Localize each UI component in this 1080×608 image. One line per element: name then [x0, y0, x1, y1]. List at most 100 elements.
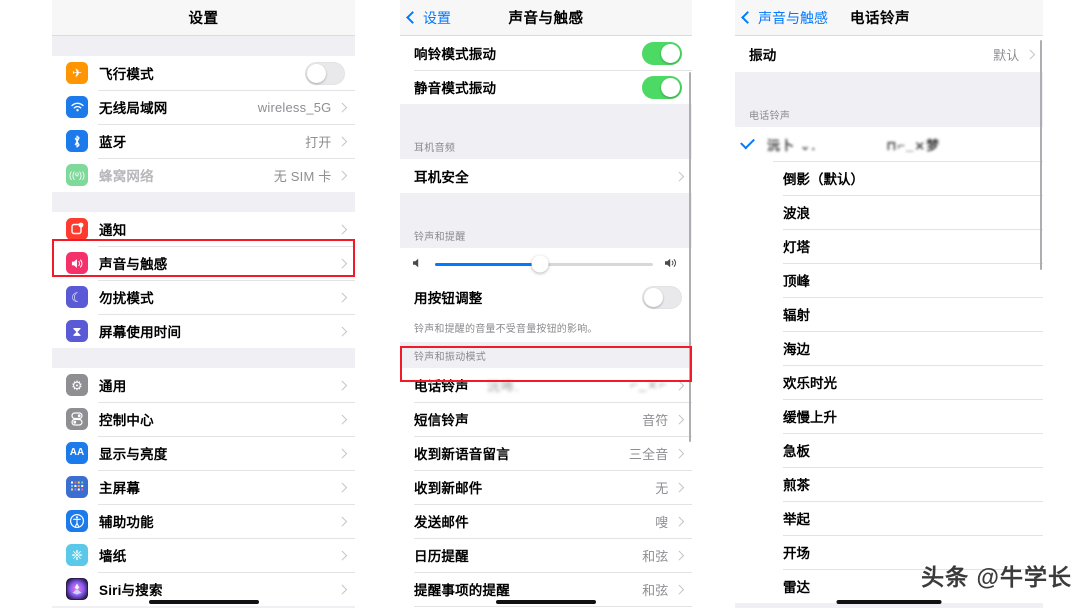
- back-label: 设置: [423, 8, 451, 28]
- wifi-icon: [66, 96, 88, 118]
- panel1-navbar: 设置: [52, 0, 355, 36]
- sidebar-item-control-center[interactable]: 控制中心: [52, 402, 355, 436]
- row-vibration[interactable]: 振动 默认: [735, 36, 1043, 72]
- settings-panel: 设置 ✈ 飞行模式 无线局域网 wireless_5G: [52, 0, 355, 608]
- chevron-left-icon: [741, 11, 754, 24]
- sidebar-item-wallpaper[interactable]: ❈ 墙纸: [52, 538, 355, 572]
- row-new-voicemail[interactable]: 收到新语音留言 三全音: [400, 436, 692, 470]
- group-spacer: [400, 104, 692, 130]
- row-label: 用按钮调整: [414, 287, 483, 307]
- bluetooth-icon: [66, 130, 88, 152]
- row-label: 电话铃声: [414, 375, 469, 395]
- volume-track[interactable]: [435, 263, 653, 266]
- group-spacer: [400, 193, 692, 219]
- list-item-selected-ringtone[interactable]: 沅卜 ⌄. ⊓⌐_⨯梦: [735, 127, 1043, 161]
- sidebar-item-accessibility[interactable]: 辅助功能: [52, 504, 355, 538]
- row-ring-mode-vibration[interactable]: 响铃模式振动: [400, 36, 692, 70]
- sidebar-item-wifi[interactable]: 无线局域网 wireless_5G: [52, 90, 355, 124]
- list-item[interactable]: 缓慢上升: [735, 399, 1043, 433]
- page-title: 电话铃声: [850, 7, 1043, 28]
- sidebar-item-bluetooth[interactable]: 蓝牙 打开: [52, 124, 355, 158]
- row-value: 和弦: [642, 546, 673, 565]
- row-headphone-safety[interactable]: 耳机安全: [400, 159, 692, 193]
- airplane-mode-toggle[interactable]: [305, 62, 345, 85]
- vibration-group: 振动 默认: [735, 36, 1043, 72]
- group-spacer: [52, 348, 355, 368]
- chevron-right-icon: [337, 170, 346, 179]
- row-label: 短信铃声: [414, 409, 469, 429]
- row-label: 静音模式振动: [414, 77, 496, 97]
- chevron-right-icon: [674, 380, 683, 389]
- list-item[interactable]: 顶峰: [735, 263, 1043, 297]
- chevron-right-icon: [337, 550, 346, 559]
- system-group: ⚙ 通用 控制中心 AA 显示与亮度: [52, 368, 355, 606]
- row-value: 嗖: [655, 512, 673, 531]
- speaker-low-icon: [412, 257, 424, 271]
- row-calendar-alerts[interactable]: 日历提醒 和弦: [400, 538, 692, 572]
- row-ringtone[interactable]: 电话铃声 沅咘. ⌐_⨯⌐: [400, 368, 692, 402]
- row-label: 声音与触感: [99, 253, 168, 273]
- three-panel-screenshot: 设置 ✈ 飞行模式 无线局域网 wireless_5G: [0, 0, 1080, 608]
- chevron-right-icon: [337, 448, 346, 457]
- row-sent-mail[interactable]: 发送邮件 嗖: [400, 504, 692, 538]
- watermark: 头条 @牛学长: [921, 558, 1072, 592]
- chevron-right-icon: [674, 584, 683, 593]
- row-value: 三全音: [629, 444, 674, 463]
- row-change-with-buttons[interactable]: 用按钮调整: [400, 280, 692, 314]
- chevron-right-icon: [674, 414, 683, 423]
- sounds-haptics-panel: 设置 声音与触感 响铃模式振动 静音模式振动 耳机音频 耳机安全: [400, 0, 692, 608]
- row-value: 音符: [642, 410, 673, 429]
- ring-mode-vibration-toggle[interactable]: [642, 42, 682, 65]
- sidebar-item-sounds-haptics[interactable]: 声音与触感: [52, 246, 355, 280]
- hourglass-icon: ⧗: [66, 320, 88, 342]
- list-item[interactable]: 海边: [735, 331, 1043, 365]
- row-label: 显示与亮度: [99, 443, 168, 463]
- list-item[interactable]: 灯塔: [735, 229, 1043, 263]
- row-label: 辅助功能: [99, 511, 154, 531]
- notifications-group: 通知 声音与触感 ☾ 勿扰模式 ⧗ 屏幕使用时间: [52, 212, 355, 348]
- top-spacer: [52, 36, 355, 56]
- sidebar-item-airplane-mode[interactable]: ✈ 飞行模式: [52, 56, 355, 90]
- row-value: wireless_5G: [258, 100, 337, 115]
- panel3-body: 振动 默认 电话铃声 沅卜 ⌄. ⊓⌐_⨯梦 倒影（默认） 波浪 灯塔 顶峰 辐…: [735, 36, 1043, 608]
- row-silent-mode-vibration[interactable]: 静音模式振动: [400, 70, 692, 104]
- sidebar-item-notifications[interactable]: 通知: [52, 212, 355, 246]
- list-item[interactable]: 煎茶: [735, 467, 1043, 501]
- back-button-settings[interactable]: 设置: [400, 8, 451, 28]
- row-text-tone[interactable]: 短信铃声 音符: [400, 402, 692, 436]
- row-label: 振动: [749, 44, 776, 64]
- panel2-navbar: 设置 声音与触感: [400, 0, 692, 36]
- list-item[interactable]: 辐射: [735, 297, 1043, 331]
- chevron-right-icon: [337, 516, 346, 525]
- wallpaper-icon: ❈: [66, 544, 88, 566]
- chevron-right-icon: [674, 171, 683, 180]
- list-item[interactable]: 欢乐时光: [735, 365, 1043, 399]
- list-item[interactable]: 举起: [735, 501, 1043, 535]
- row-label: 无线局域网: [99, 97, 168, 117]
- row-new-mail[interactable]: 收到新邮件 无: [400, 470, 692, 504]
- group-spacer: [735, 72, 1043, 98]
- sidebar-item-general[interactable]: ⚙ 通用: [52, 368, 355, 402]
- sidebar-item-do-not-disturb[interactable]: ☾ 勿扰模式: [52, 280, 355, 314]
- chevron-right-icon: [674, 482, 683, 491]
- change-with-buttons-toggle[interactable]: [642, 286, 682, 309]
- sidebar-item-display-brightness[interactable]: AA 显示与亮度: [52, 436, 355, 470]
- sidebar-item-cellular[interactable]: ((ᵠ)) 蜂窝网络 无 SIM 卡: [52, 158, 355, 192]
- sidebar-item-home-screen[interactable]: 主屏幕: [52, 470, 355, 504]
- section-header-ringers-alerts: 铃声和提醒: [400, 219, 692, 248]
- list-item[interactable]: 波浪: [735, 195, 1043, 229]
- chevron-right-icon: [337, 224, 346, 233]
- list-item[interactable]: 急板: [735, 433, 1043, 467]
- vertical-scrollbar[interactable]: [1040, 40, 1043, 270]
- home-screen-icon: [66, 476, 88, 498]
- chevron-right-icon: [674, 448, 683, 457]
- section-header-headphone-audio: 耳机音频: [400, 130, 692, 159]
- row-label: 发送邮件: [414, 511, 469, 531]
- sidebar-item-screen-time[interactable]: ⧗ 屏幕使用时间: [52, 314, 355, 348]
- back-button-sounds-haptics[interactable]: 声音与触感: [735, 8, 828, 28]
- ringtone-panel: 声音与触感 电话铃声 振动 默认 电话铃声 沅卜 ⌄. ⊓⌐_⨯梦: [735, 0, 1043, 608]
- list-item[interactable]: 倒影（默认）: [735, 161, 1043, 195]
- vertical-scrollbar[interactable]: [689, 72, 692, 442]
- volume-slider-row[interactable]: [400, 248, 692, 280]
- silent-mode-vibration-toggle[interactable]: [642, 76, 682, 99]
